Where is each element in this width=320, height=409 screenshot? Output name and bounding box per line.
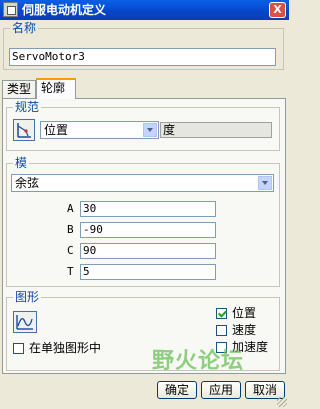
mode-legend: 模 — [15, 156, 28, 170]
apply-button[interactable]: 应用 — [201, 381, 241, 399]
chevron-down-icon[interactable] — [143, 123, 157, 137]
param-b-label: B — [67, 223, 74, 236]
close-button[interactable]: X — [269, 2, 286, 18]
mode-group: 模 余弦 A 30 B -90 C 90 T 5 — [6, 157, 280, 287]
separate-graph-box[interactable] — [13, 343, 24, 354]
graph-option-velocity-label: 速度 — [232, 323, 257, 337]
graph-option-position-label: 位置 — [232, 306, 257, 320]
param-a-input[interactable]: 30 — [80, 201, 216, 217]
spec-icon-button[interactable] — [13, 119, 35, 141]
param-c-label: C — [67, 244, 74, 257]
profile-panel: 规范 位置 度 模 余弦 A 30 B -90 C 90 T 5 图形 在单独图… — [2, 98, 286, 374]
param-b-input[interactable]: -90 — [80, 222, 216, 238]
graph-option-position-box[interactable] — [216, 308, 227, 319]
watermark: 野火论坛 — [152, 349, 245, 374]
param-c-input[interactable]: 90 — [80, 243, 216, 259]
graph-icon — [16, 315, 33, 330]
close-icon: X — [273, 3, 282, 16]
mode-function-value: 余弦 — [15, 176, 40, 190]
name-legend: 名称 — [12, 21, 37, 35]
resize-grip[interactable] — [277, 397, 287, 407]
spec-quantity-value: 位置 — [44, 123, 69, 137]
tab-type[interactable]: 类型 — [2, 80, 36, 98]
spec-legend: 规范 — [15, 100, 40, 114]
name-group: 名称 ServoMotor3 — [3, 22, 284, 70]
name-input[interactable]: ServoMotor3 — [9, 48, 276, 66]
chevron-down-icon[interactable] — [258, 176, 272, 190]
param-a-label: A — [67, 202, 74, 215]
graph-button[interactable] — [13, 311, 37, 333]
spec-group: 规范 位置 度 — [6, 101, 280, 151]
position-spec-icon — [17, 123, 31, 138]
spec-unit: 度 — [160, 122, 272, 138]
mode-function-select[interactable]: 余弦 — [11, 174, 274, 192]
tab-profile[interactable]: 轮廓 — [36, 78, 76, 99]
graph-legend: 图形 — [15, 290, 40, 304]
graph-option-velocity-box[interactable] — [216, 325, 227, 336]
title-bar: 伺服电动机定义 X — [0, 0, 289, 20]
ok-button[interactable]: 确定 — [157, 381, 197, 399]
param-t-input[interactable]: 5 — [80, 264, 216, 280]
app-icon — [3, 2, 18, 17]
param-t-label: T — [67, 265, 74, 278]
spec-quantity-select[interactable]: 位置 — [40, 121, 159, 139]
separate-graph-label: 在单独图形中 — [29, 341, 102, 355]
window-title: 伺服电动机定义 — [22, 3, 107, 17]
